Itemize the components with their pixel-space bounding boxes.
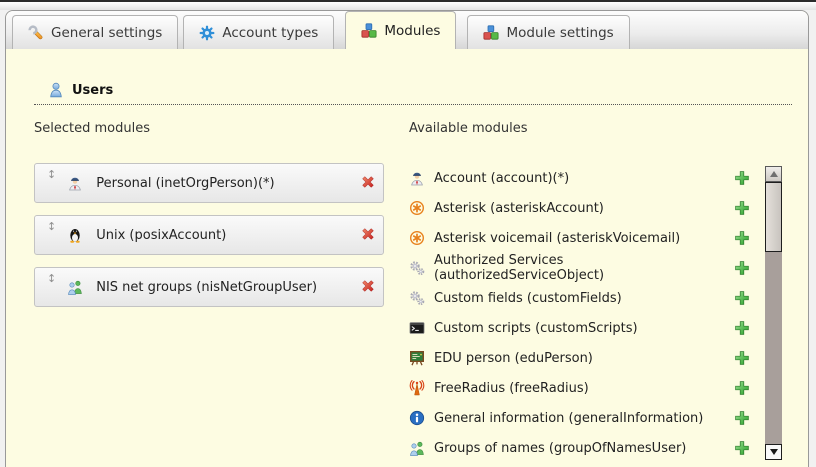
module-label: EDU person (eduPerson): [434, 351, 733, 366]
tab-label: General settings: [51, 25, 162, 41]
selected-module-row-personal[interactable]: ↕ Personal (inetOrgPerson)(*): [34, 163, 384, 203]
remove-module-button[interactable]: [349, 174, 367, 192]
add-module-button[interactable]: [733, 320, 750, 337]
tab-bar: General settings Account types Modules M…: [6, 11, 808, 49]
module-label: Groups of names (groupOfNamesUser): [434, 441, 733, 456]
add-module-button[interactable]: [733, 200, 750, 217]
available-module-row-custom-fields: Custom fields (customFields): [409, 283, 752, 313]
green-plus-icon: [734, 170, 750, 186]
available-module-row-authorized-services: Authorized Services (authorizedServiceOb…: [409, 253, 752, 283]
available-modules-column: Available modules Account (account)(*) A…: [409, 121, 792, 463]
add-module-button[interactable]: [733, 260, 750, 277]
green-plus-icon: [734, 260, 750, 276]
triangle-down-icon: [770, 449, 778, 455]
wrench-icon: [28, 25, 44, 41]
red-x-icon: [360, 174, 376, 190]
section-title: Users: [72, 83, 113, 98]
selected-modules-label: Selected modules: [34, 121, 409, 137]
terminal-icon: [409, 320, 425, 336]
available-module-row-groups-of-names: Groups of names (groupOfNamesUser): [409, 433, 752, 463]
radio-icon: [409, 380, 425, 396]
drag-handle-icon[interactable]: ↕: [47, 169, 56, 180]
group-icon: [409, 440, 425, 456]
tab-module-settings[interactable]: Module settings: [467, 15, 629, 49]
tab-general-settings[interactable]: General settings: [12, 15, 178, 49]
green-plus-icon: [734, 440, 750, 456]
asterisk-icon: [409, 230, 425, 246]
module-label: Unix (posixAccount): [96, 228, 349, 243]
add-module-button[interactable]: [733, 440, 750, 457]
page-background-strip: [0, 2, 816, 10]
green-plus-icon: [734, 410, 750, 426]
user-icon: [48, 82, 64, 98]
modules-icon: [483, 25, 499, 41]
red-x-icon: [360, 226, 376, 242]
green-plus-icon: [734, 200, 750, 216]
drag-handle-icon[interactable]: ↕: [47, 273, 56, 284]
available-module-row-freeradius: FreeRadius (freeRadius): [409, 373, 752, 403]
add-module-button[interactable]: [733, 350, 750, 367]
drag-handle-icon[interactable]: ↕: [47, 221, 56, 232]
module-label: Custom fields (customFields): [434, 291, 733, 306]
scroll-down-button[interactable]: [765, 444, 782, 460]
module-label: FreeRadius (freeRadius): [434, 381, 733, 396]
settings-panel: General settings Account types Modules M…: [5, 10, 809, 467]
available-module-row-general-information: General information (generalInformation): [409, 403, 752, 433]
green-plus-icon: [734, 290, 750, 306]
add-module-button[interactable]: [733, 410, 750, 427]
users-section-heading: Users: [34, 79, 792, 105]
triangle-up-icon: [770, 171, 778, 177]
add-module-button[interactable]: [733, 380, 750, 397]
available-module-row-asterisk: Asterisk (asteriskAccount): [409, 193, 752, 223]
scrollbar[interactable]: [765, 166, 782, 460]
module-label: General information (generalInformation): [434, 411, 733, 426]
module-label: Authorized Services (authorizedServiceOb…: [434, 253, 733, 283]
tab-account-types[interactable]: Account types: [183, 15, 334, 49]
green-plus-icon: [734, 350, 750, 366]
selected-modules-column: Selected modules ↕ Personal (inetOrgPers…: [34, 121, 409, 463]
scrollbar-thumb[interactable]: [765, 182, 782, 252]
module-label: Asterisk (asteriskAccount): [434, 201, 733, 216]
available-module-row-custom-scripts: Custom scripts (customScripts): [409, 313, 752, 343]
green-plus-icon: [734, 380, 750, 396]
green-plus-icon: [734, 320, 750, 336]
tab-label: Modules: [384, 23, 440, 39]
module-label: Personal (inetOrgPerson)(*): [96, 176, 349, 191]
remove-module-button[interactable]: [349, 226, 367, 244]
module-label: Account (account)(*): [434, 171, 733, 186]
available-module-row-asterisk-voicemail: Asterisk voicemail (asteriskVoicemail): [409, 223, 752, 253]
add-module-button[interactable]: [733, 230, 750, 247]
available-module-row-account: Account (account)(*): [409, 163, 752, 193]
gears-icon: [409, 290, 425, 306]
tux-icon: [67, 227, 83, 243]
add-module-button[interactable]: [733, 290, 750, 307]
remove-module-button[interactable]: [349, 278, 367, 296]
modules-columns: Selected modules ↕ Personal (inetOrgPers…: [34, 121, 792, 463]
module-label: Asterisk voicemail (asteriskVoicemail): [434, 231, 733, 246]
module-label: NIS net groups (nisNetGroupUser): [96, 280, 349, 295]
person-icon: [409, 170, 425, 186]
group-icon: [67, 279, 83, 295]
gears-icon: [409, 260, 425, 276]
green-plus-icon: [734, 230, 750, 246]
modules-icon: [361, 23, 377, 39]
selected-module-row-unix[interactable]: ↕ Unix (posixAccount): [34, 215, 384, 255]
available-module-row-edu-person: EDU person (eduPerson): [409, 343, 752, 373]
modules-tab-content: Users Selected modules ↕ Personal (inetO…: [6, 49, 808, 467]
available-modules-label: Available modules: [409, 121, 752, 137]
add-module-button[interactable]: [733, 170, 750, 187]
red-x-icon: [360, 278, 376, 294]
chalkboard-icon: [409, 350, 425, 366]
module-label: Custom scripts (customScripts): [434, 321, 733, 336]
person-icon: [67, 175, 83, 191]
info-icon: [409, 410, 425, 426]
tab-label: Module settings: [506, 25, 613, 41]
gear-icon: [199, 25, 215, 41]
scroll-up-button[interactable]: [765, 166, 782, 182]
scrollbar-track[interactable]: [765, 252, 782, 444]
selected-module-row-nis-net-groups[interactable]: ↕ NIS net groups (nisNetGroupUser): [34, 267, 384, 307]
tab-modules[interactable]: Modules: [345, 11, 456, 49]
asterisk-icon: [409, 200, 425, 216]
tab-label: Account types: [222, 25, 318, 41]
